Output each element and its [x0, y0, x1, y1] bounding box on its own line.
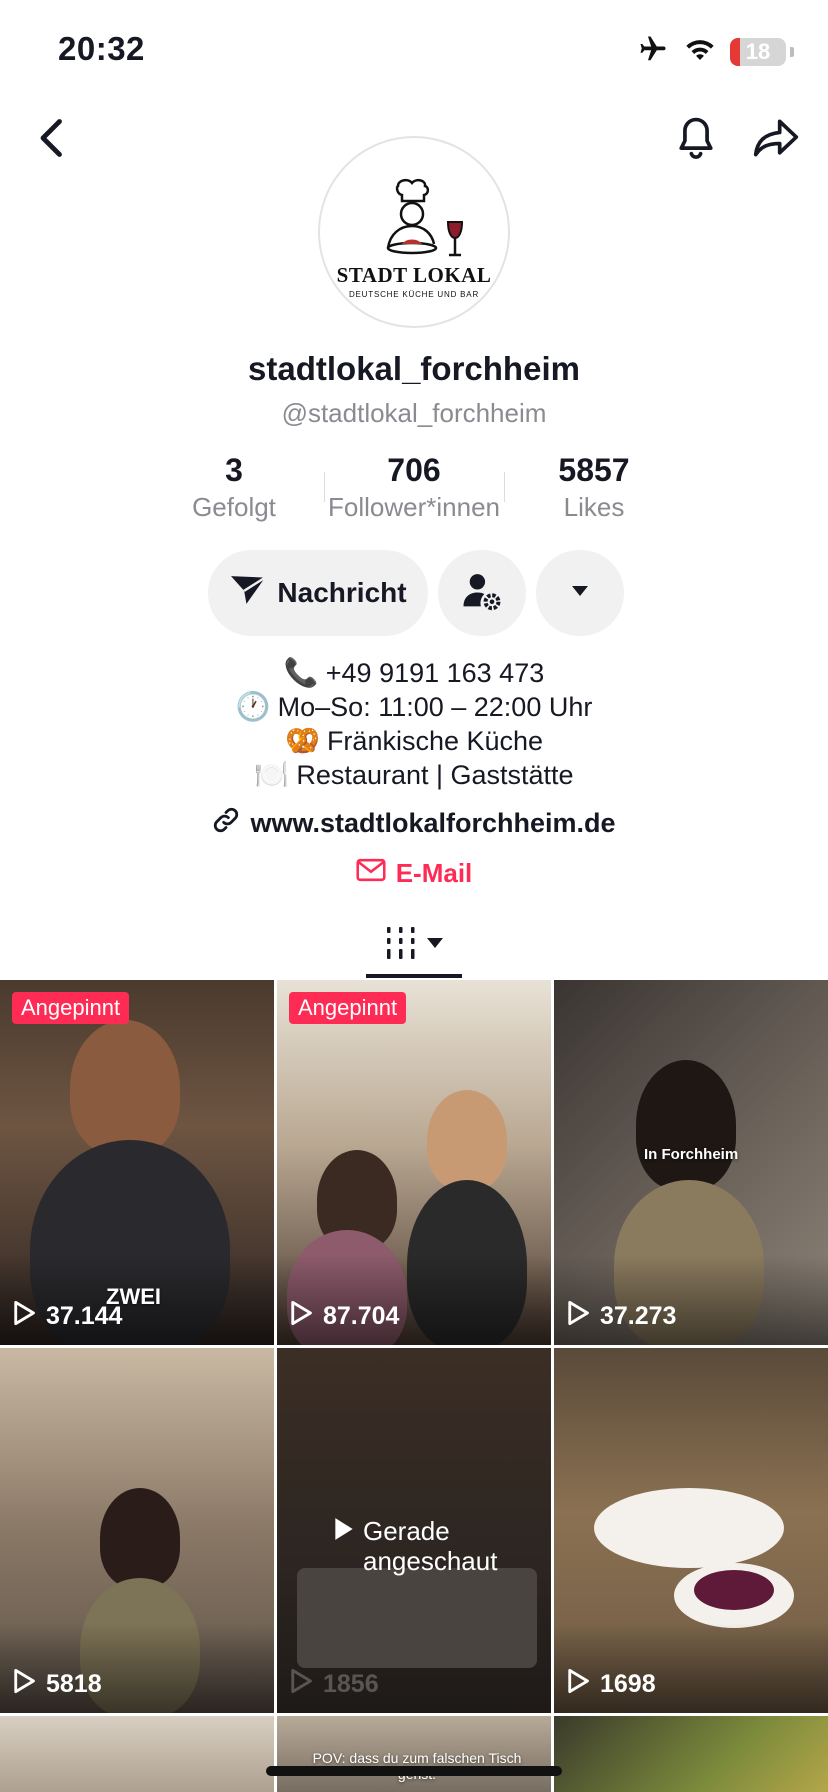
- back-button[interactable]: [22, 110, 82, 170]
- battery-percent: 18: [745, 38, 771, 64]
- user-settings-button[interactable]: [438, 550, 526, 636]
- video-grid: ZWEI Angepinnt 37.144 Angepinnt 87.704 I…: [0, 980, 828, 1792]
- video-tile[interactable]: POV: dass du zum falschen Tisch gehst.: [277, 1716, 551, 1792]
- website-link[interactable]: www.stadtlokalforchheim.de: [0, 806, 828, 841]
- view-count: 87.704: [289, 1300, 399, 1333]
- battery-nub: [790, 46, 794, 57]
- pinned-badge: Angepinnt: [289, 992, 407, 1024]
- video-tile[interactable]: [554, 1716, 828, 1792]
- view-count: 1856: [289, 1668, 379, 1701]
- message-button-label: Nachricht: [277, 577, 407, 608]
- share-icon: [752, 117, 800, 164]
- view-count-value: 5818: [46, 1670, 102, 1698]
- play-outline-icon: [289, 1668, 313, 1701]
- logo-subtitle: DEUTSCHE KÜCHE UND BAR: [348, 289, 480, 299]
- stat-value: 706: [387, 452, 441, 488]
- send-icon: [229, 573, 267, 614]
- profile-actions: Nachricht: [208, 550, 624, 636]
- clock-icon: 🕐: [235, 691, 271, 722]
- video-thumbnail: [0, 1716, 274, 1792]
- video-grid-icon: [384, 925, 418, 966]
- view-count-value: 37.144: [46, 1302, 123, 1330]
- profile-stats: 3 Gefolgt 706 Follower*innen 5857 Likes: [144, 454, 684, 524]
- stat-label: Follower*innen: [328, 492, 500, 522]
- user-gear-icon: [462, 571, 502, 616]
- play-icon: [333, 1516, 355, 1576]
- pretzel-icon: 🥨: [284, 725, 320, 756]
- message-button[interactable]: Nachricht: [208, 550, 428, 636]
- video-overlay-text: In Forchheim: [644, 1146, 739, 1163]
- stat-value: 5857: [558, 452, 630, 488]
- avatar[interactable]: STADT LOKAL DEUTSCHE KÜCHE UND BAR: [318, 136, 510, 328]
- home-indicator[interactable]: [266, 1766, 562, 1776]
- bio-phone: 📞 +49 9191 163 473: [284, 656, 544, 690]
- view-count: 5818: [12, 1668, 102, 1701]
- stat-following[interactable]: 3 Gefolgt: [144, 454, 324, 524]
- pinned-badge: Angepinnt: [12, 992, 130, 1024]
- status-bar: 20:32 18: [0, 0, 828, 100]
- view-count-value: 37.273: [600, 1302, 677, 1330]
- chevron-left-icon: [37, 117, 67, 164]
- battery-icon: 18: [730, 37, 786, 66]
- view-count: 1698: [566, 1668, 656, 1701]
- play-outline-icon: [12, 1300, 36, 1333]
- video-tile[interactable]: 1698: [554, 1348, 828, 1713]
- video-thumbnail: [554, 1716, 828, 1792]
- wifi-icon: [684, 36, 716, 67]
- logo-title: STADT LOKAL: [336, 262, 492, 287]
- play-outline-icon: [566, 1300, 590, 1333]
- video-tile[interactable]: ZWEI Angepinnt 37.144: [0, 980, 274, 1345]
- video-tile[interactable]: [0, 1716, 274, 1792]
- play-outline-icon: [289, 1300, 313, 1333]
- mail-icon: [356, 858, 386, 889]
- display-name: stadtlokal_forchheim: [248, 350, 580, 387]
- bio-text: +49 9191 163 473: [325, 658, 545, 688]
- plate-cutlery-icon: 🍽️: [254, 759, 290, 790]
- airplane-icon: [636, 34, 670, 69]
- profile-bio: 📞 +49 9191 163 473 🕐 Mo–So: 11:00 – 22:0…: [0, 656, 828, 792]
- stat-value: 3: [225, 452, 243, 488]
- recently-watched-text: Gerade angeschaut: [363, 1516, 498, 1576]
- play-outline-icon: [12, 1668, 36, 1701]
- view-count: 37.273: [566, 1300, 676, 1333]
- view-count-value: 87.704: [323, 1302, 400, 1330]
- video-tile[interactable]: Gerade angeschaut 1856: [277, 1348, 551, 1713]
- share-button[interactable]: [746, 110, 806, 170]
- tab-videos[interactable]: [366, 912, 462, 978]
- bio-category: 🍽️ Restaurant | Gaststätte: [254, 758, 573, 792]
- caret-down-icon: [571, 584, 589, 602]
- chef-logo-icon: [354, 176, 474, 267]
- website-url: www.stadtlokalforchheim.de: [250, 808, 616, 838]
- caret-down-icon: [426, 936, 444, 954]
- email-link[interactable]: E-Mail: [0, 858, 828, 889]
- phone-icon: 📞: [283, 657, 319, 688]
- stat-label: Gefolgt: [192, 492, 276, 522]
- play-outline-icon: [566, 1668, 590, 1701]
- link-icon: [212, 806, 240, 841]
- bio-text: Restaurant | Gaststätte: [296, 760, 574, 790]
- status-icons: 18: [636, 34, 794, 69]
- suggestions-dropdown-button[interactable]: [536, 550, 624, 636]
- stat-label: Likes: [563, 492, 625, 522]
- recently-watched-label: Gerade angeschaut: [333, 1516, 513, 1576]
- notifications-button[interactable]: [666, 110, 726, 170]
- view-count-value: 1698: [600, 1670, 656, 1698]
- bio-hours: 🕐 Mo–So: 11:00 – 22:00 Uhr: [236, 690, 593, 724]
- email-label: E-Mail: [395, 858, 473, 888]
- bio-text: Fränkische Küche: [326, 726, 544, 756]
- bio-text: Mo–So: 11:00 – 22:00 Uhr: [277, 692, 593, 722]
- video-tile[interactable]: Angepinnt 87.704: [277, 980, 551, 1345]
- view-count-value: 1856: [323, 1670, 379, 1698]
- stat-followers[interactable]: 706 Follower*innen: [324, 454, 504, 524]
- profile-handle: @stadtlokal_forchheim: [281, 398, 547, 428]
- tab-indicator: [366, 974, 462, 978]
- stat-likes[interactable]: 5857 Likes: [504, 454, 684, 524]
- status-time: 20:32: [58, 30, 145, 67]
- bell-icon: [673, 114, 719, 167]
- video-tile[interactable]: In Forchheim 37.273: [554, 980, 828, 1345]
- video-tile[interactable]: 5818: [0, 1348, 274, 1713]
- view-count: 37.144: [12, 1300, 122, 1333]
- bio-cuisine: 🥨 Fränkische Küche: [285, 724, 543, 758]
